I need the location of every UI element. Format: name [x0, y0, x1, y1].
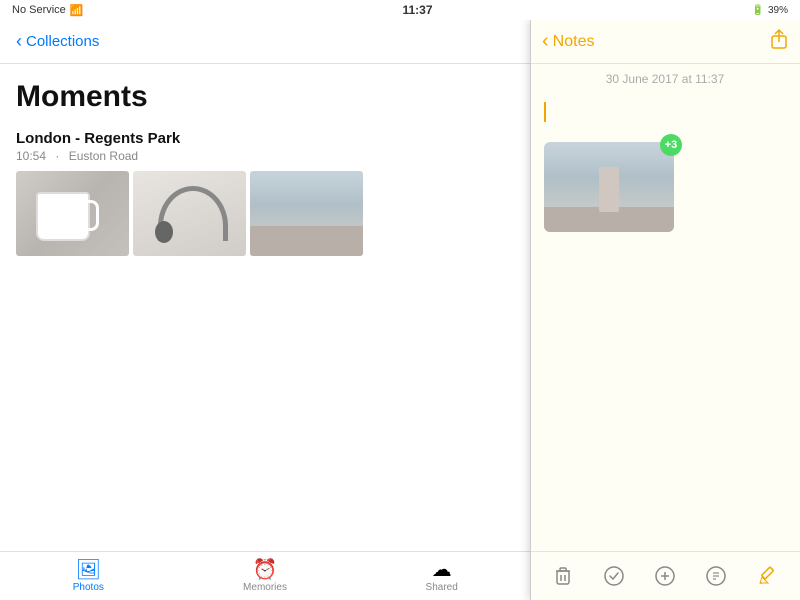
no-service-label: No Service: [12, 4, 66, 16]
notes-pane: ‹ Notes 30 June 2017 at 11:37 +3: [530, 20, 800, 600]
photo-thumbnail-office[interactable]: [250, 171, 363, 256]
tab-memories[interactable]: ⏰ Memories: [177, 554, 354, 599]
memories-tab-icon: ⏰: [253, 560, 278, 580]
delete-button[interactable]: [545, 558, 581, 594]
notes-chevron-left-icon: ‹: [542, 30, 549, 53]
location-dot: ·: [55, 149, 59, 163]
notes-date: 30 June 2017 at 11:37: [530, 64, 800, 94]
add-button[interactable]: [647, 558, 683, 594]
thumbnail-column-detail: [599, 167, 619, 212]
moments-title: Moments: [16, 80, 514, 114]
photos-tab-label: Photos: [73, 582, 104, 593]
collections-back-button[interactable]: ‹ Collections: [16, 33, 99, 50]
share-button[interactable]: [770, 29, 788, 54]
photos-tabbar: 🖼 Photos ⏰ Memories ☁ Shared: [0, 551, 530, 600]
location-meta: 10:54 · Euston Road: [16, 149, 514, 163]
shared-tab-icon: ☁: [432, 560, 452, 580]
text-cursor: [544, 102, 546, 122]
shared-tab-label: Shared: [426, 582, 458, 593]
location-name: London - Regents Park: [16, 130, 514, 147]
photo-thumbnail-headphones[interactable]: [133, 171, 246, 256]
photos-nav: ‹ Collections: [0, 20, 530, 64]
notes-toolbar: [530, 551, 800, 600]
battery-percent: 39%: [768, 5, 788, 16]
notes-back-button[interactable]: ‹ Notes: [542, 30, 594, 53]
photos-tab-icon: 🖼: [76, 560, 101, 580]
notes-thumbnail[interactable]: [544, 142, 674, 232]
location-time: 10:54: [16, 149, 46, 163]
memories-tab-label: Memories: [243, 582, 287, 593]
wifi-icon: 📶: [70, 4, 84, 17]
tab-shared[interactable]: ☁ Shared: [353, 554, 530, 599]
battery-icon: 🔋: [752, 5, 764, 16]
photos-pane: ‹ Collections Moments London - Regents P…: [0, 20, 530, 600]
status-right: 🔋 39%: [752, 5, 788, 16]
photos-content: Moments London - Regents Park 10:54 · Eu…: [0, 64, 530, 551]
notes-image-container[interactable]: +3: [544, 142, 674, 232]
location-street: Euston Road: [69, 149, 138, 163]
notes-nav: ‹ Notes: [530, 20, 800, 64]
compose-button[interactable]: [698, 558, 734, 594]
photo-thumbnail-mug[interactable]: [16, 171, 129, 256]
notes-content[interactable]: +3: [530, 94, 800, 551]
notes-back-label: Notes: [553, 33, 595, 51]
checkmark-button[interactable]: [596, 558, 632, 594]
status-bar: No Service 📶 11:37 🔋 39%: [0, 0, 800, 20]
pane-separator: [530, 20, 531, 600]
pencil-button[interactable]: [749, 558, 785, 594]
chevron-left-icon: ‹: [16, 32, 22, 50]
tab-photos[interactable]: 🖼 Photos: [0, 554, 177, 599]
photo-grid: [16, 171, 514, 256]
location-header: London - Regents Park 10:54 · Euston Roa…: [16, 130, 514, 163]
collections-back-label: Collections: [26, 33, 99, 50]
notes-image-badge: +3: [660, 134, 682, 156]
status-left: No Service 📶: [12, 4, 84, 17]
status-time: 11:37: [403, 3, 433, 17]
